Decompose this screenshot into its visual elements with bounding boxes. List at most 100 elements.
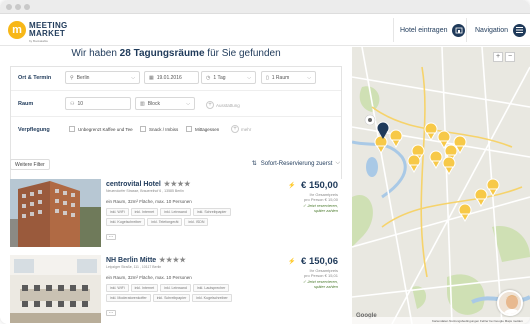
catering-option-label: Mittagessen xyxy=(195,126,220,132)
checkbox[interactable] xyxy=(140,126,146,132)
logo-wordmark[interactable]: MEETING MARKET xyxy=(29,22,68,38)
sort-select[interactable]: ⇅ Sofort-Reservierung zuerst ⌵ xyxy=(252,160,340,167)
amenity-tag: inkl. WiFi xyxy=(106,208,129,216)
catering-option-label: Unbegrenzt Kaffee und Tee xyxy=(78,126,133,132)
room-count-select[interactable]: ▯ 1 Raum ⌵ xyxy=(261,71,316,84)
amenity-tag: inkl. Kugelschreiber xyxy=(106,218,146,226)
more-amenities-button[interactable]: … xyxy=(106,234,116,240)
map-attribution[interactable]: Kartendaten Nutzungsbedingungen Fehler b… xyxy=(432,319,523,323)
headline-suffix: für Sie gefunden xyxy=(204,48,281,59)
amenity-tag: inkl. Internet xyxy=(130,284,159,292)
results-map[interactable]: + − xyxy=(352,47,530,324)
plus-icon: + xyxy=(231,125,239,133)
room-description: ein Raum, 32m² Fläche, max. 10 Personen xyxy=(106,199,192,204)
room-label: Raum xyxy=(18,101,34,107)
navigation-label: Navigation xyxy=(475,26,509,34)
amenity-tag: inkl. Schreibpapier xyxy=(152,294,191,302)
total-price: € 150,06 xyxy=(301,256,338,267)
listing-card[interactable]: NH Berlin Mitte ★★★★ Leipziger Straße, 1… xyxy=(10,255,342,324)
logo-icon[interactable]: m xyxy=(8,21,26,39)
amenity-tags: inkl. WiFi inkl. Internet inkl. Leinwand… xyxy=(106,208,261,226)
catering-checkbox-snack[interactable]: Snack / Imbiss xyxy=(140,126,178,132)
city-select[interactable]: ⚲ Berlin ⌵ xyxy=(65,71,140,84)
catering-checkbox-coffee[interactable]: Unbegrenzt Kaffee und Tee xyxy=(69,126,133,132)
headline-prefix: Wir haben xyxy=(71,48,120,59)
catering-label: Verpflegung xyxy=(18,127,50,133)
persons-value: 10 xyxy=(77,100,84,107)
star-rating: ★★★★ xyxy=(159,257,187,264)
price-box: ⚡ € 150,06 Ihr Gesamtpreis pro Person € … xyxy=(282,255,342,323)
amenity-tag: inkl. ISDN xyxy=(184,218,209,226)
amenity-tag: inkl. Internet xyxy=(130,208,159,216)
price-per-person: pro Person € 15,01 xyxy=(303,273,338,278)
amenity-tag: inkl. Telefongerät xyxy=(147,218,183,226)
hotel-photo[interactable] xyxy=(10,179,101,247)
catering-option-label: Snack / Imbiss xyxy=(149,126,179,132)
window-minimize-dot[interactable] xyxy=(15,4,21,10)
more-filters-button[interactable]: Weitere Filter xyxy=(10,159,50,170)
amenity-tag: inkl. Schreibpapier xyxy=(192,208,231,216)
menu-icon xyxy=(513,23,527,37)
add-more-label: mehr xyxy=(241,126,252,132)
amenity-tag: inkl. Lautsprecher xyxy=(192,284,230,292)
add-hotel-button[interactable]: Hotel eintragen xyxy=(400,14,466,46)
navigation-button[interactable]: Navigation xyxy=(475,14,527,46)
hotel-address: Neuendorfer Strasse, Brauereihof 6 , 135… xyxy=(106,189,184,193)
amenity-tag: inkl. Leinwand xyxy=(160,284,191,292)
room-description: ein Raum, 32m² Fläche, max. 10 Personen xyxy=(106,275,192,280)
hotel-name[interactable]: centrovital Hotel xyxy=(106,181,161,188)
chevron-down-icon: ⌵ xyxy=(131,74,135,81)
date-field[interactable]: ▦ 19.01.2016 xyxy=(144,71,199,84)
amenity-tag: inkl. WiFi xyxy=(106,284,129,292)
zoom-in-button[interactable]: + xyxy=(493,52,503,62)
checkbox[interactable] xyxy=(69,126,75,132)
plus-icon: + xyxy=(206,101,214,109)
checkbox[interactable] xyxy=(186,126,192,132)
add-catering-link[interactable]: + mehr xyxy=(231,125,251,133)
results-panel: Wir haben 28 Tagungsräume für Sie gefund… xyxy=(0,47,352,324)
amenity-tag: inkl. Moderatorenkoffer xyxy=(106,294,151,302)
map-canvas[interactable] xyxy=(352,47,530,324)
hotel-name[interactable]: NH Berlin Mitte xyxy=(106,257,156,264)
header-divider xyxy=(393,18,394,42)
seating-select[interactable]: ▥ Block ⌵ xyxy=(135,97,195,110)
chevron-down-icon: ⌵ xyxy=(186,100,190,107)
catering-checkbox-lunch[interactable]: Mittagessen xyxy=(186,126,219,132)
date-value: 19.01.2016 xyxy=(156,74,182,81)
amenity-tags: inkl. WiFi inkl. Internet inkl. Leinwand… xyxy=(106,284,261,302)
instant-booking-icon: ⚡ xyxy=(288,183,296,189)
filter-divider xyxy=(11,90,341,91)
duration-select[interactable]: ◷ 1 Tag ⌵ xyxy=(201,71,256,84)
window-maximize-dot[interactable] xyxy=(24,4,30,10)
location-date-label: Ort & Termin xyxy=(18,75,52,81)
more-amenities-button[interactable]: … xyxy=(106,310,116,316)
listing-title[interactable]: centrovital Hotel ★★★★ xyxy=(106,180,191,189)
add-equipment-link[interactable]: + Ausstattung xyxy=(206,101,240,109)
calendar-icon: ▦ xyxy=(149,74,154,81)
booking-status-2: später zahlen xyxy=(313,284,338,289)
sort-icon: ⇅ xyxy=(251,161,257,167)
add-hotel-label: Hotel eintragen xyxy=(400,26,448,34)
people-icon: ⚇ xyxy=(70,100,75,107)
locate-icon[interactable] xyxy=(364,114,376,126)
logo-line-2: MARKET xyxy=(29,29,66,38)
persons-field[interactable]: ⚇ 10 xyxy=(65,97,131,110)
filter-divider xyxy=(11,116,341,117)
hotel-photo[interactable] xyxy=(10,255,101,323)
total-price: € 150,00 xyxy=(301,180,338,191)
amenity-tag: inkl. Kugelschreiber xyxy=(192,294,232,302)
support-agent-avatar[interactable] xyxy=(497,290,523,316)
chevron-down-icon: ⌵ xyxy=(247,74,251,81)
sort-label: Sofort-Reservierung zuerst xyxy=(260,160,333,167)
site-header: m MEETING MARKET by Bookatable Hotel ein… xyxy=(0,14,530,46)
zoom-out-button[interactable]: − xyxy=(505,52,515,62)
results-headline: Wir haben 28 Tagungsräume für Sie gefund… xyxy=(0,47,352,61)
duration-value: 1 Tag xyxy=(213,74,226,81)
price-per-person: pro Person € 15,00 xyxy=(303,197,338,202)
add-equipment-label: Ausstattung xyxy=(216,102,240,108)
instant-booking-icon: ⚡ xyxy=(288,259,296,265)
listing-card[interactable]: centrovital Hotel ★★★★ Neuendorfer Stras… xyxy=(10,179,342,249)
door-icon: ▯ xyxy=(266,74,269,81)
window-close-dot[interactable] xyxy=(6,4,12,10)
listing-title[interactable]: NH Berlin Mitte ★★★★ xyxy=(106,256,187,265)
